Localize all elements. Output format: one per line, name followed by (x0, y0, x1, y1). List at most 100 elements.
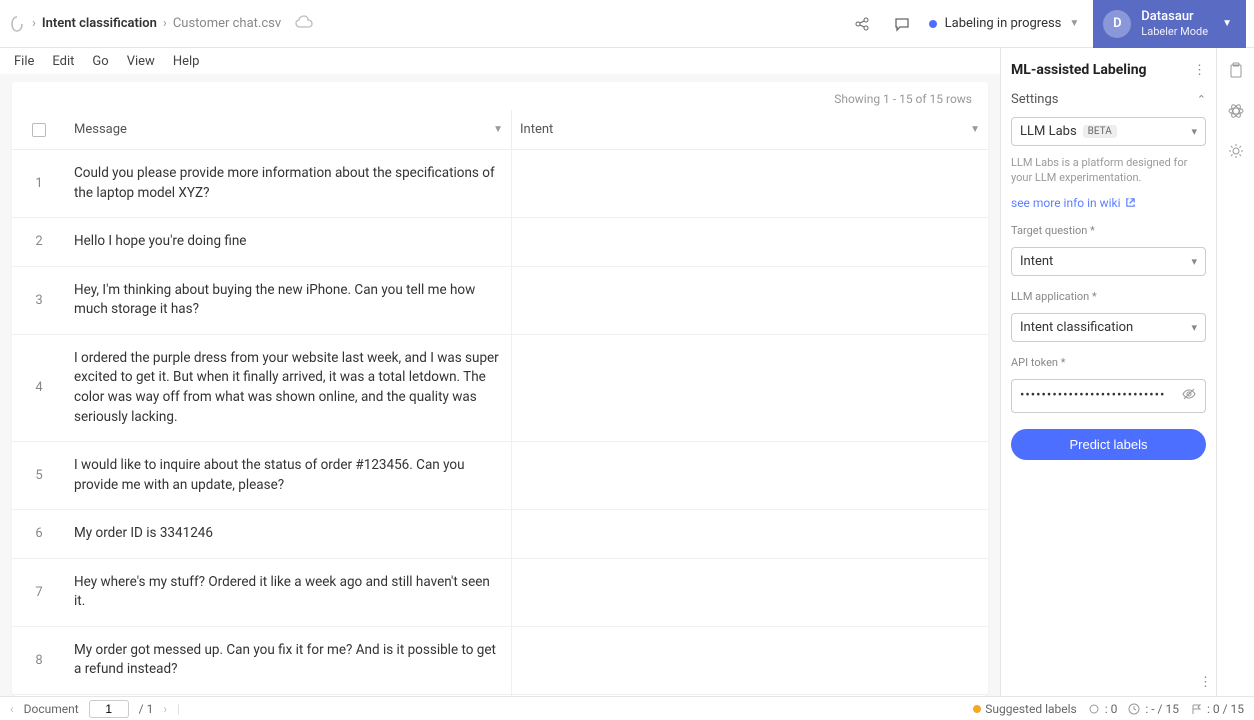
cell-message[interactable]: I ordered the purple dress from your web… (66, 335, 512, 441)
chevron-down-icon: ▼ (1069, 18, 1079, 29)
chevron-down-icon: ▾ (1191, 125, 1197, 138)
column-header-message[interactable]: Message ▼ (66, 110, 512, 149)
counter-1: : 0 (1087, 702, 1118, 716)
cell-intent[interactable] (512, 335, 988, 441)
chevron-down-icon: ▼ (1222, 18, 1232, 29)
labeling-status[interactable]: Labeling in progress ▼ (929, 16, 1080, 31)
cell-intent[interactable] (512, 627, 988, 694)
settings-section-header[interactable]: Settings ⌃ (1011, 92, 1206, 107)
menubar: File Edit Go View Help (0, 48, 1000, 74)
footer: ‹ Document / 1 › | Suggested labels : 0 … (0, 696, 1254, 720)
next-page-icon[interactable]: › (163, 702, 167, 716)
content-area: File Edit Go View Help Showing 1 - 15 of… (0, 48, 1000, 696)
cell-message[interactable]: Hello I hope you're doing fine (66, 218, 512, 266)
table-row[interactable]: 7Hey where's my stuff? Ordered it like a… (12, 559, 988, 627)
count: : 0 (1105, 702, 1118, 716)
user-role: Labeler Mode (1141, 25, 1208, 38)
menu-go[interactable]: Go (84, 52, 116, 71)
eye-off-icon[interactable] (1181, 386, 1197, 406)
api-token-input[interactable]: ••••••••••••••••••••••••••• (1011, 379, 1206, 413)
breadcrumb-file[interactable]: Customer chat.csv (173, 16, 281, 31)
table-row[interactable]: 6My order ID is 3341246 (12, 510, 988, 559)
provider-select[interactable]: LLM Labs BETA ▾ (1011, 117, 1206, 146)
row-number: 2 (12, 218, 66, 266)
chevron-down-icon: ▼ (493, 124, 503, 135)
chevron-up-icon: ⌃ (1197, 93, 1206, 106)
menu-view[interactable]: View (119, 52, 163, 71)
menu-file[interactable]: File (6, 52, 42, 71)
table-row[interactable]: 8My order got messed up. Can you fix it … (12, 627, 988, 695)
dot-icon (1087, 702, 1101, 716)
chevron-down-icon: ▼ (970, 124, 980, 135)
page-input[interactable] (89, 700, 129, 718)
cell-message[interactable]: Hey where's my stuff? Ordered it like a … (66, 559, 512, 626)
predict-labels-button[interactable]: Predict labels (1011, 429, 1206, 460)
wiki-link[interactable]: see more info in wiki (1011, 196, 1206, 210)
token-value: ••••••••••••••••••••••••••• (1020, 388, 1181, 403)
cell-message[interactable]: Could you please provide more informatio… (66, 150, 512, 217)
clock-icon (1127, 702, 1141, 716)
provider-label: LLM Labs (1020, 124, 1077, 139)
row-number: 1 (12, 150, 66, 217)
cell-intent[interactable] (512, 510, 988, 558)
select-value: Intent (1020, 254, 1053, 269)
cell-intent[interactable] (512, 150, 988, 217)
breadcrumb: › Intent classification › Customer chat.… (8, 15, 313, 33)
select-all-checkbox[interactable] (12, 110, 66, 149)
cell-message[interactable]: My order ID is 3341246 (66, 510, 512, 558)
beta-badge: BETA (1083, 125, 1117, 138)
user-menu[interactable]: D Datasaur Labeler Mode ▼ (1093, 0, 1246, 48)
table-row[interactable]: 2Hello I hope you're doing fine (12, 218, 988, 267)
more-vert-icon[interactable]: ⋮ (1193, 63, 1206, 78)
section-label: Settings (1011, 92, 1058, 107)
cell-message[interactable]: I would like to inquire about the status… (66, 442, 512, 509)
row-number: 8 (12, 627, 66, 694)
cell-intent[interactable] (512, 559, 988, 626)
suggested-labels[interactable]: Suggested labels (973, 702, 1076, 716)
row-number: 3 (12, 267, 66, 334)
clipboard-icon[interactable] (1227, 62, 1245, 84)
cell-intent[interactable] (512, 442, 988, 509)
prev-page-icon[interactable]: ‹ (10, 702, 14, 716)
row-number: 7 (12, 559, 66, 626)
table-header: Message ▼ Intent ▼ (12, 110, 988, 150)
link-label: see more info in wiki (1011, 196, 1121, 210)
counter-3: : 0 / 15 (1189, 702, 1244, 716)
panel-title: ML-assisted Labeling (1011, 62, 1147, 78)
avatar: D (1103, 10, 1131, 38)
app-logo-icon[interactable] (8, 15, 26, 33)
row-count: Showing 1 - 15 of 15 rows (12, 82, 988, 110)
select-value: Intent classification (1020, 320, 1133, 335)
atom-icon[interactable] (1227, 102, 1245, 124)
menu-help[interactable]: Help (165, 52, 208, 71)
gear-icon[interactable] (1227, 142, 1245, 164)
target-question-select[interactable]: Intent ▾ (1011, 247, 1206, 276)
status-label: Labeling in progress (945, 16, 1062, 31)
menu-edit[interactable]: Edit (44, 52, 82, 71)
column-label: Message (74, 122, 127, 137)
table-row[interactable]: 5I would like to inquire about the statu… (12, 442, 988, 510)
row-number: 5 (12, 442, 66, 509)
ml-assisted-panel: ML-assisted Labeling ⋮ Settings ⌃ LLM La… (1000, 48, 1216, 696)
warning-dot-icon (973, 705, 981, 713)
table-row[interactable]: 4I ordered the purple dress from your we… (12, 335, 988, 442)
topbar-actions: Labeling in progress ▼ D Datasaur Labele… (849, 0, 1246, 48)
target-question-label: Target question * (1011, 224, 1206, 237)
cell-intent[interactable] (512, 218, 988, 266)
table-row[interactable]: 1Could you please provide more informati… (12, 150, 988, 218)
share-icon[interactable] (849, 11, 875, 37)
flag-icon (1189, 702, 1203, 716)
more-vert-icon[interactable]: ⋮ (1199, 675, 1212, 690)
comment-icon[interactable] (889, 11, 915, 37)
llm-app-select[interactable]: Intent classification ▾ (1011, 313, 1206, 342)
table-row[interactable]: 3Hey, I'm thinking about buying the new … (12, 267, 988, 335)
cell-message[interactable]: Hey, I'm thinking about buying the new i… (66, 267, 512, 334)
column-header-intent[interactable]: Intent ▼ (512, 110, 988, 149)
cell-intent[interactable] (512, 267, 988, 334)
chevron-down-icon: ▾ (1191, 255, 1197, 268)
cell-message[interactable]: My order got messed up. Can you fix it f… (66, 627, 512, 694)
breadcrumb-project[interactable]: Intent classification (42, 16, 157, 31)
cloud-sync-icon (295, 15, 313, 33)
breadcrumb-sep: › (163, 16, 167, 31)
breadcrumb-sep: › (32, 16, 36, 31)
